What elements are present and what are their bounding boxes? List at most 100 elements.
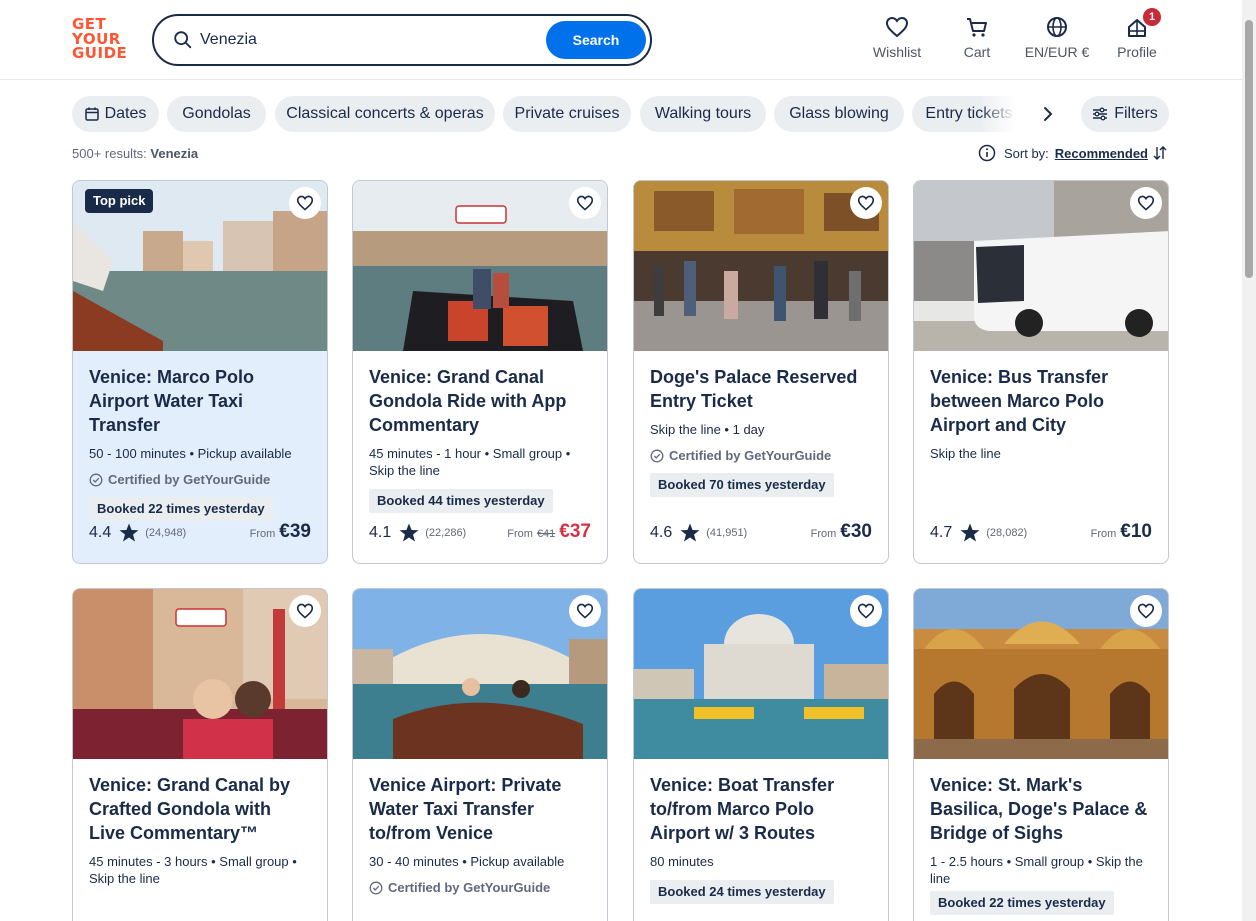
- card-title[interactable]: Venice: Grand Canal Gondola Ride with Ap…: [369, 365, 591, 437]
- st-marks-basilica-photo[interactable]: [914, 589, 1168, 759]
- rialto-bridge-boat-photo[interactable]: [353, 589, 607, 759]
- card-meta: 1 - 2.5 hours • Small group • Skip the l…: [930, 854, 1143, 886]
- price-original: €41: [536, 528, 556, 540]
- doges-palace-hall-photo[interactable]: [634, 181, 888, 351]
- price-amount: €37: [559, 521, 591, 542]
- search-icon: [174, 31, 192, 49]
- rating: 4.1 (22,286): [369, 523, 466, 542]
- review-count: (24,948): [145, 526, 187, 539]
- gondola-selfie-photo[interactable]: [73, 589, 327, 759]
- sort-control[interactable]: Sort by: Recommended: [978, 144, 1168, 162]
- water-taxi-canal-photo[interactable]: Top pick: [73, 181, 327, 351]
- results-count: 500+ results: Venezia: [72, 146, 198, 161]
- salute-church-boats-photo[interactable]: [634, 589, 888, 759]
- rating-value: 4.1: [369, 523, 392, 541]
- rating: 4.7 (28,082): [930, 523, 1027, 542]
- price-from: From: [810, 528, 837, 540]
- price: From €10: [1091, 521, 1152, 543]
- cart-label: Cart: [963, 44, 991, 60]
- cart-icon: [967, 18, 987, 37]
- certified-check-icon: [650, 449, 664, 462]
- activity-card[interactable]: Venice: Grand Canal Gondola Ride with Ap…: [352, 180, 608, 564]
- star-icon: [119, 523, 139, 542]
- notification-badge: 1: [1143, 8, 1161, 26]
- chip-label: Walking tours: [654, 105, 752, 122]
- card-title[interactable]: Venice: Bus Transfer between Marco Polo …: [930, 365, 1152, 437]
- search-input[interactable]: [200, 26, 540, 54]
- wishlist-heart-button[interactable]: [289, 187, 321, 219]
- card-title[interactable]: Doge's Palace Reserved Entry Ticket: [650, 365, 872, 413]
- price-from: From: [1090, 528, 1117, 540]
- rating: 4.6 (41,951): [650, 523, 747, 542]
- results-count-text: 500+ results:: [72, 146, 147, 161]
- activity-card[interactable]: Venice: Bus Transfer between Marco Polo …: [913, 180, 1169, 564]
- wishlist-heart-button[interactable]: [569, 595, 601, 627]
- activity-card[interactable]: Top pick Venice: Marco Polo Airport Wate…: [72, 180, 328, 564]
- chip-concerts[interactable]: Classical concerts & operas: [275, 96, 495, 132]
- booked-badge: Booked 22 times yesterday: [89, 497, 273, 521]
- wishlist-heart-button[interactable]: [850, 187, 882, 219]
- globe-icon: [1047, 17, 1067, 37]
- filters-button[interactable]: Filters: [1081, 96, 1169, 132]
- heart-icon: [1137, 195, 1155, 211]
- booked-badge: Booked 70 times yesterday: [650, 473, 834, 497]
- card-footer: 4.1 (22,286) From €41 €37: [369, 521, 591, 545]
- review-count: (22,286): [425, 526, 467, 539]
- airport-bus-photo[interactable]: [914, 181, 1168, 351]
- rating-value: 4.7: [930, 523, 953, 541]
- wishlist-heart-button[interactable]: [569, 187, 601, 219]
- booked-badge: Booked 22 times yesterday: [930, 891, 1114, 915]
- search-button[interactable]: Search: [546, 21, 646, 59]
- sort-value[interactable]: Recommended: [1055, 146, 1148, 161]
- scrollbar-thumb[interactable]: [1245, 20, 1253, 278]
- certified-label: Certified by GetYourGuide: [650, 448, 872, 463]
- booked-badge: Booked 44 times yesterday: [369, 489, 553, 513]
- review-count: (41,951): [706, 526, 748, 539]
- heart-icon: [296, 603, 314, 619]
- price: From €30: [811, 521, 872, 543]
- certified-text: Certified by GetYourGuide: [108, 472, 271, 487]
- chevron-right-icon[interactable]: [1036, 102, 1060, 126]
- certified-text: Certified by GetYourGuide: [669, 448, 832, 463]
- activity-card[interactable]: Venice: Boat Transfer to/from Marco Polo…: [633, 588, 889, 921]
- chip-label: Glass blowing: [789, 105, 889, 122]
- heart-icon: [296, 195, 314, 211]
- booked-badge: Booked 24 times yesterday: [650, 880, 834, 904]
- chip-walking-tours[interactable]: Walking tours: [640, 96, 766, 132]
- activity-card[interactable]: Venice: Grand Canal by Crafted Gondola w…: [72, 588, 328, 921]
- page-scrollbar[interactable]: [1242, 0, 1256, 921]
- chip-label: Classical concerts & operas: [286, 105, 484, 122]
- activity-card[interactable]: Venice: St. Mark's Basilica, Doge's Pala…: [913, 588, 1169, 921]
- wishlist-nav[interactable]: Wishlist: [857, 16, 937, 66]
- language-currency-nav[interactable]: EN/EUR €: [1017, 16, 1097, 66]
- activity-card[interactable]: Venice Airport: Private Water Taxi Trans…: [352, 588, 608, 921]
- certified-label: Certified by GetYourGuide: [369, 880, 591, 895]
- card-title[interactable]: Venice: Grand Canal by Crafted Gondola w…: [89, 773, 311, 845]
- chip-dates[interactable]: Dates: [72, 96, 159, 132]
- cart-nav[interactable]: Cart: [937, 16, 1017, 66]
- wishlist-heart-button[interactable]: [289, 595, 321, 627]
- card-title[interactable]: Venice: St. Mark's Basilica, Doge's Pala…: [930, 773, 1152, 845]
- card-title[interactable]: Venice Airport: Private Water Taxi Trans…: [369, 773, 591, 845]
- chip-private-cruises[interactable]: Private cruises: [503, 96, 631, 132]
- wishlist-heart-button[interactable]: [850, 595, 882, 627]
- card-title[interactable]: Venice: Boat Transfer to/from Marco Polo…: [650, 773, 872, 845]
- activity-card[interactable]: Doge's Palace Reserved Entry Ticket Skip…: [633, 180, 889, 564]
- site-header: GET YOUR GUIDE Search Wishlist Cart EN/E…: [0, 0, 1242, 80]
- gondola-couple-photo[interactable]: [353, 181, 607, 351]
- wishlist-heart-button[interactable]: [1130, 187, 1162, 219]
- getyourguide-logo[interactable]: GET YOUR GUIDE: [72, 17, 130, 63]
- wishlist-heart-button[interactable]: [1130, 595, 1162, 627]
- chip-label: Dates: [104, 105, 147, 122]
- info-icon[interactable]: [978, 144, 996, 162]
- card-title[interactable]: Venice: Marco Polo Airport Water Taxi Tr…: [89, 365, 311, 437]
- rating-value: 4.6: [650, 523, 673, 541]
- chip-glass-blowing[interactable]: Glass blowing: [774, 96, 904, 132]
- card-footer: 4.6 (41,951) From €30: [650, 521, 872, 545]
- profile-nav[interactable]: Profile 1: [1097, 8, 1177, 66]
- price-amount: €10: [1120, 521, 1152, 542]
- certified-label: Certified by GetYourGuide: [89, 472, 311, 487]
- card-meta: 30 - 40 minutes • Pickup available: [369, 854, 565, 869]
- heart-icon: [857, 603, 875, 619]
- chip-gondolas[interactable]: Gondolas: [167, 96, 266, 132]
